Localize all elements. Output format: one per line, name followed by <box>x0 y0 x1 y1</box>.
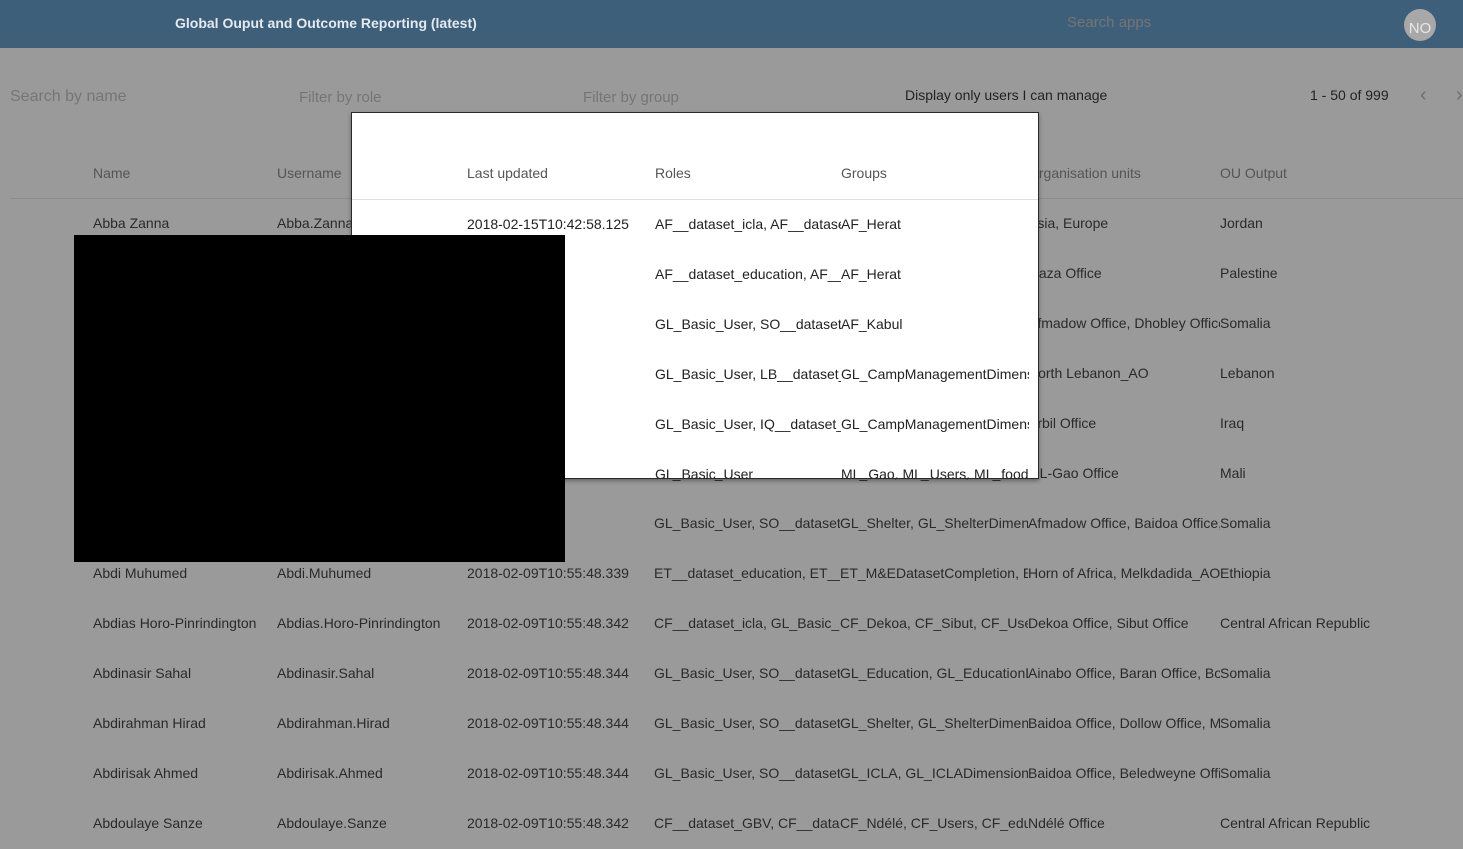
pagination-range: 1 - 50 of 999 <box>1310 87 1389 103</box>
cell-last-updated: 2018-02-09T10:55:48.344 <box>467 765 629 781</box>
cell-organisation-units: Ndélé Office <box>1028 815 1105 831</box>
cell-organisation-units: ML-Gao Office <box>1028 465 1119 481</box>
cell-organisation-units: North Lebanon_AO <box>1028 365 1149 381</box>
cell-last-updated: 2018-02-09T10:55:48.344 <box>467 715 629 731</box>
filter-by-group-input[interactable] <box>583 89 833 106</box>
cell-ou-output: Somalia <box>1220 665 1271 681</box>
cell-organisation-units: Ainabo Office, Baran Office, Bo <box>1028 665 1220 681</box>
cell-username: Abdirisak.Ahmed <box>277 765 383 781</box>
dialog-cell-groups: AF_Herat <box>841 216 901 232</box>
redaction-block <box>74 235 565 562</box>
previous-page-icon[interactable]: ‹ <box>1420 84 1427 107</box>
cell-organisation-units: Baidoa Office, Dollow Office, M <box>1028 715 1220 731</box>
dialog-cell-groups: ML_Gao, ML_Users, ML_foods <box>841 466 1029 479</box>
cell-organisation-units: Baidoa Office, Beledweyne Offi <box>1028 765 1220 781</box>
cell-name: Abdirisak Ahmed <box>93 765 199 781</box>
app-header: Global Ouput and Outcome Reporting (late… <box>0 0 1463 48</box>
cell-ou-output: Somalia <box>1220 315 1271 331</box>
dialog-cell-roles: GL_Basic_User, IQ__dataset_c <box>655 416 841 432</box>
dialog-cell-groups: GL_CampManagementDimens <box>841 366 1029 382</box>
cell-ou-output: Somalia <box>1220 765 1271 781</box>
column-name[interactable]: Name <box>93 165 130 181</box>
cell-groups: GL_Shelter, GL_ShelterDimensi <box>840 715 1028 731</box>
cell-ou-output: Central African Republic <box>1220 615 1371 631</box>
cell-roles: GL_Basic_User, SO__dataset_e <box>654 665 840 681</box>
dialog-cell-groups: AF_Kabul <box>841 316 903 332</box>
table-row[interactable]: Abdirahman Hirad Abdirahman.Hirad 2018-0… <box>0 699 1463 749</box>
cell-name: Abba Zanna <box>93 215 170 231</box>
dialog-cell-groups: GL_CampManagementDimens <box>841 416 1029 432</box>
cell-name: Abdias Horo-Pinrindington <box>93 615 257 631</box>
cell-groups: CF_Ndélé, CF_Users, CF_educ <box>840 815 1028 831</box>
dialog-cell-last-updated: 2018-02-15T10:42:58.125 <box>467 216 629 232</box>
cell-groups: GL_Education, GL_EducationDi <box>840 665 1028 681</box>
manage-only-toggle-label[interactable]: Display only users I can manage <box>905 87 1107 103</box>
table-row[interactable]: Abdoulaye Sanze Abdoulaye.Sanze 2018-02-… <box>0 799 1463 849</box>
cell-username: Abdirahman.Hirad <box>277 715 390 731</box>
cell-roles: GL_Basic_User, SO__dataset_s <box>654 515 840 531</box>
column-ou-output[interactable]: OU Output <box>1220 165 1287 181</box>
cell-last-updated: 2018-02-09T10:55:48.342 <box>467 615 629 631</box>
cell-ou-output: Jordan <box>1220 215 1263 231</box>
dialog-cell-roles: AF__dataset_education, AF__d <box>655 266 841 282</box>
cell-organisation-units: Dekoa Office, Sibut Office <box>1028 615 1189 631</box>
cell-roles: ET__dataset_education, ET__d <box>654 565 840 581</box>
cell-organisation-units: Horn of Africa, Melkdadida_AO <box>1028 565 1220 581</box>
cell-groups: CF_Dekoa, CF_Sibut, CF_Users <box>840 615 1028 631</box>
column-organisation-units[interactable]: Organisation units <box>1028 165 1141 181</box>
dialog-column-roles: Roles <box>655 165 691 181</box>
cell-name: Abdinasir Sahal <box>93 665 192 681</box>
cell-organisation-units: Afmadow Office, Dhobley Office <box>1028 315 1220 331</box>
dialog-cell-groups: AF_Herat <box>841 266 901 282</box>
cell-username: Abdoulaye.Sanze <box>277 815 387 831</box>
filter-by-role-input[interactable] <box>299 89 549 106</box>
cell-name: Abdi Muhumed <box>93 565 188 581</box>
cell-ou-output: Palestine <box>1220 265 1278 281</box>
dialog-column-last-updated: Last updated <box>467 165 548 181</box>
dialog-cell-roles: GL_Basic_User, SO__dataset_e <box>655 316 841 332</box>
app-title: Global Ouput and Outcome Reporting (late… <box>175 15 477 31</box>
next-page-icon[interactable]: › <box>1456 84 1463 107</box>
cell-username: Abdias.Horo-Pinrindington <box>277 615 441 631</box>
table-row[interactable]: Abdirisak Ahmed Abdirisak.Ahmed 2018-02-… <box>0 749 1463 799</box>
cell-ou-output: Somalia <box>1220 515 1271 531</box>
cell-ou-output: Mali <box>1220 465 1246 481</box>
column-username[interactable]: Username <box>277 165 342 181</box>
cell-ou-output: Central African Republic <box>1220 815 1371 831</box>
dialog-cell-roles: AF__dataset_icla, AF__dataset <box>655 216 841 232</box>
cell-ou-output: Lebanon <box>1220 365 1275 381</box>
cell-ou-output: Iraq <box>1220 415 1245 431</box>
cell-name: Abdoulaye Sanze <box>93 815 203 831</box>
cell-roles: CF__dataset_GBV, CF__datase <box>654 815 840 831</box>
cell-name: Abdirahman Hirad <box>93 715 206 731</box>
search-apps-input[interactable] <box>1067 14 1307 31</box>
cell-last-updated: 2018-02-09T10:55:48.342 <box>467 815 629 831</box>
cell-organisation-units: Erbil Office <box>1028 415 1097 431</box>
cell-groups: GL_Shelter, GL_ShelterDimensi <box>840 515 1028 531</box>
cell-ou-output: Somalia <box>1220 715 1271 731</box>
cell-organisation-units: Gaza Office <box>1028 265 1102 281</box>
table-row[interactable]: Abdinasir Sahal Abdinasir.Sahal 2018-02-… <box>0 649 1463 699</box>
cell-username: Abdinasir.Sahal <box>277 665 375 681</box>
search-by-name-input[interactable] <box>10 88 260 106</box>
cell-last-updated: 2018-02-09T10:55:48.339 <box>467 565 629 581</box>
dialog-cell-roles: GL_Basic_User, LB__dataset_e <box>655 366 841 382</box>
cell-groups: GL_ICLA, GL_ICLADimensions, <box>840 765 1028 781</box>
cell-roles: GL_Basic_User, SO__dataset_i <box>654 765 840 781</box>
cell-last-updated: 2018-02-09T10:55:48.344 <box>467 665 629 681</box>
user-avatar[interactable]: NO <box>1404 9 1436 41</box>
cell-organisation-units: Afmadow Office, Baidoa Office, <box>1028 515 1220 531</box>
cell-groups: ET_M&EDatasetCompletion, E <box>840 565 1028 581</box>
dialog-column-groups: Groups <box>841 165 887 181</box>
cell-username: Abdi.Muhumed <box>277 565 372 581</box>
cell-ou-output: Ethiopia <box>1220 565 1271 581</box>
dialog-cell-roles: GL_Basic_User <box>655 466 754 479</box>
cell-organisation-units: Asia, Europe <box>1028 215 1109 231</box>
table-row[interactable]: Abdias Horo-Pinrindington Abdias.Horo-Pi… <box>0 599 1463 649</box>
cell-roles: GL_Basic_User, SO__dataset_s <box>654 715 840 731</box>
cell-roles: CF__dataset_icla, GL_Basic_Us <box>654 615 840 631</box>
